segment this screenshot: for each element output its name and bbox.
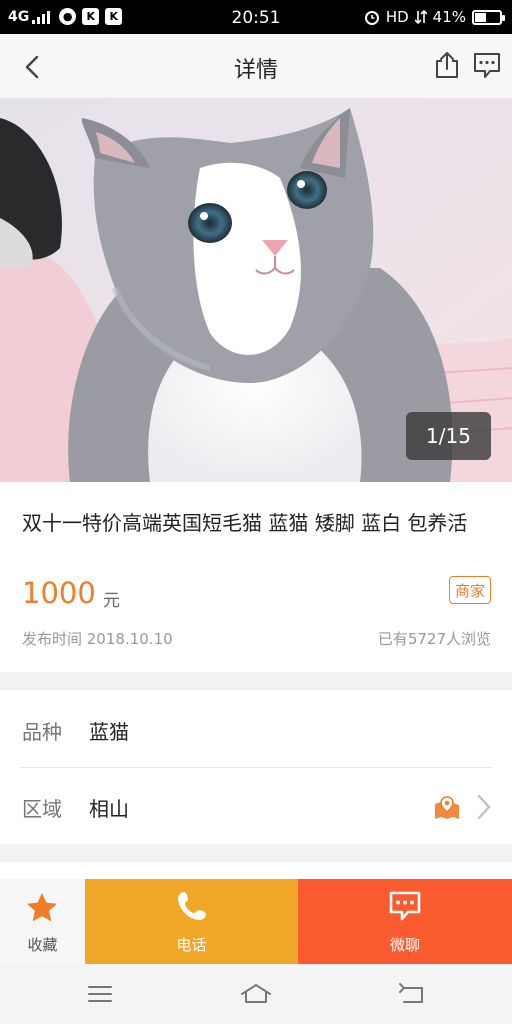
section-strip: [0, 862, 512, 880]
chevron-right-icon[interactable]: [476, 793, 492, 821]
status-bar: 4G ● K K 20:51 HD 41%: [0, 0, 512, 34]
area-value: 相山: [89, 797, 129, 821]
cell-4g-icon: [414, 9, 427, 25]
action-bar: 收藏 电话 微聊: [0, 879, 512, 964]
call-button[interactable]: 电话: [85, 879, 298, 964]
breed-value: 蓝猫: [89, 720, 129, 744]
price: 1000: [22, 576, 96, 610]
publish-date: 发布时间 2018.10.10: [22, 630, 173, 648]
chat-button[interactable]: 微聊: [298, 879, 512, 964]
price-unit: 元: [103, 591, 120, 611]
merchant-badge: 商家: [449, 576, 491, 604]
breed-label: 品种: [22, 720, 62, 744]
menu-icon[interactable]: [84, 980, 116, 1008]
view-count: 已有5727人浏览: [377, 630, 491, 648]
share-icon[interactable]: [432, 50, 462, 80]
chat-label: 微聊: [389, 936, 420, 954]
header: 详情: [0, 34, 512, 98]
phone-icon: [177, 892, 206, 920]
system-nav-bar: [0, 964, 512, 1024]
battery-text: 41%: [432, 8, 466, 26]
area-row[interactable]: 区域 相山: [0, 767, 512, 844]
call-label: 电话: [176, 936, 207, 954]
hd-indicator: HD: [385, 8, 409, 26]
status-right: HD 41%: [364, 8, 505, 26]
favorite-button[interactable]: 收藏: [0, 879, 85, 964]
back-arrow-icon[interactable]: [18, 52, 48, 82]
photo-counter: 1/15: [406, 412, 491, 460]
map-location-icon[interactable]: [434, 796, 460, 820]
favorite-label: 收藏: [27, 936, 58, 954]
chat-bubble-icon: [389, 891, 421, 921]
listing-photo[interactable]: 1/15: [0, 98, 512, 482]
breed-row: 品种 蓝猫: [0, 690, 512, 767]
home-icon[interactable]: [240, 980, 272, 1008]
listing-info: 双十一特价高端英国短毛猫 蓝猫 矮脚 蓝白 包养活 1000 元 商家 发布时间…: [0, 482, 512, 672]
area-label: 区域: [22, 797, 62, 821]
star-icon: [27, 893, 57, 922]
listing-title: 双十一特价高端英国短毛猫 蓝猫 矮脚 蓝白 包养活: [22, 511, 468, 535]
back-icon[interactable]: [396, 980, 428, 1008]
details-section: 品种 蓝猫 区域 相山: [0, 690, 512, 844]
alarm-icon: [364, 11, 379, 25]
battery-icon: [472, 9, 505, 25]
battery-fill: [475, 12, 486, 22]
message-icon[interactable]: [472, 50, 502, 80]
